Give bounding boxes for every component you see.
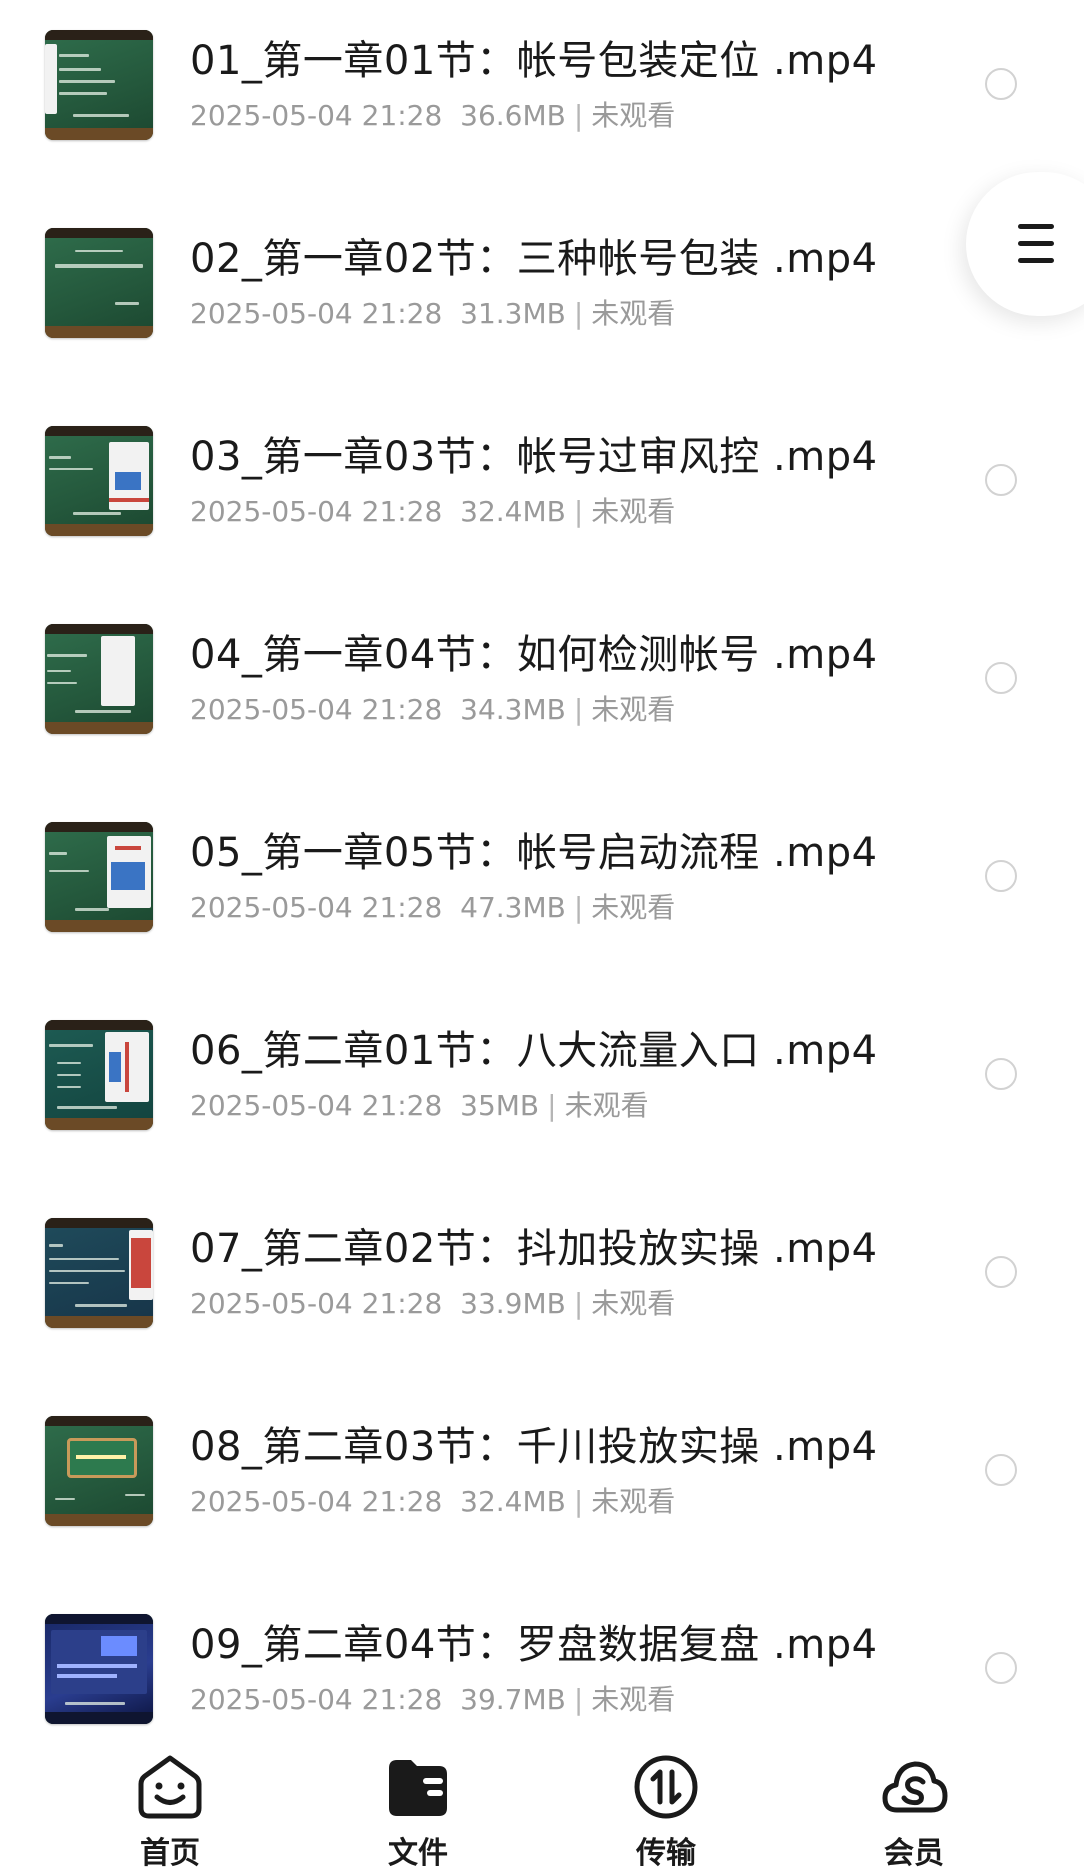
watch-status: 未观看 xyxy=(591,891,676,924)
select-radio[interactable] xyxy=(985,662,1017,694)
file-meta: 2025-05-04 21:28 36.6MB | 未观看 xyxy=(190,94,675,134)
folder-icon xyxy=(389,1760,447,1816)
file-title: 03_第一章03节：帐号过审风控 .mp4 xyxy=(190,434,878,480)
meta-separator: | xyxy=(547,1089,557,1122)
video-thumbnail xyxy=(45,228,153,338)
file-size: 35MB xyxy=(460,1089,540,1122)
meta-separator: | xyxy=(573,1287,584,1320)
file-size: 47.3MB xyxy=(460,891,566,924)
tab-label: 传输 xyxy=(636,1836,696,1871)
meta-separator: | xyxy=(573,297,584,330)
file-size: 33.9MB xyxy=(460,1287,566,1320)
file-row[interactable]: 08_第二章03节：千川投放实操 .mp4 2025-05-04 21:28 3… xyxy=(0,1386,1084,1584)
video-thumbnail xyxy=(45,426,153,536)
watch-status: 未观看 xyxy=(591,1683,676,1716)
file-date: 2025-05-04 21:28 xyxy=(190,297,443,330)
file-row[interactable]: 04_第一章04节：如何检测帐号 .mp4 2025-05-04 21:28 3… xyxy=(0,594,1084,792)
file-row[interactable]: 02_第一章02节：三种帐号包装 .mp4 2025-05-04 21:28 3… xyxy=(0,198,1084,396)
video-thumbnail xyxy=(45,1416,153,1526)
file-meta: 2025-05-04 21:28 39.7MB | 未观看 xyxy=(190,1678,675,1718)
file-meta: 2025-05-04 21:28 31.3MB | 未观看 xyxy=(190,292,675,332)
file-title: 06_第二章01节：八大流量入口 .mp4 xyxy=(190,1028,878,1074)
select-radio[interactable] xyxy=(985,1256,1017,1288)
video-thumbnail xyxy=(45,822,153,932)
tab-label: 文件 xyxy=(388,1836,448,1871)
file-date: 2025-05-04 21:28 xyxy=(190,891,443,924)
select-radio[interactable] xyxy=(985,860,1017,892)
file-size: 39.7MB xyxy=(460,1683,566,1716)
file-date: 2025-05-04 21:28 xyxy=(190,1485,443,1518)
file-size: 34.3MB xyxy=(460,693,566,726)
watch-status: 未观看 xyxy=(591,495,676,528)
video-thumbnail xyxy=(45,1020,153,1130)
file-row[interactable]: 01_第一章01节：帐号包装定位 .mp4 2025-05-04 21:28 3… xyxy=(0,0,1084,198)
select-radio[interactable] xyxy=(985,1058,1017,1090)
file-title: 09_第二章04节：罗盘数据复盘 .mp4 xyxy=(190,1622,878,1668)
file-date: 2025-05-04 21:28 xyxy=(190,1287,443,1320)
watch-status: 未观看 xyxy=(591,1287,676,1320)
file-title: 07_第二章02节：抖加投放实操 .mp4 xyxy=(190,1226,878,1272)
file-meta: 2025-05-04 21:28 32.4MB | 未观看 xyxy=(190,490,675,530)
select-radio[interactable] xyxy=(985,68,1017,100)
bottom-tab-bar: 首页 文件 传输 会员 xyxy=(0,1736,1084,1876)
file-meta: 2025-05-04 21:28 47.3MB | 未观看 xyxy=(190,886,675,926)
meta-separator: | xyxy=(573,495,584,528)
file-row[interactable]: 09_第二章04节：罗盘数据复盘 .mp4 2025-05-04 21:28 3… xyxy=(0,1584,1084,1736)
file-title: 08_第二章03节：千川投放实操 .mp4 xyxy=(190,1424,878,1470)
meta-separator: | xyxy=(573,99,584,132)
meta-separator: | xyxy=(573,693,584,726)
file-row[interactable]: 05_第一章05节：帐号启动流程 .mp4 2025-05-04 21:28 4… xyxy=(0,792,1084,990)
video-thumbnail xyxy=(45,1614,153,1724)
watch-status: 未观看 xyxy=(591,693,676,726)
watch-status: 未观看 xyxy=(564,1089,649,1122)
file-title: 05_第一章05节：帐号启动流程 .mp4 xyxy=(190,830,878,876)
file-list: 01_第一章01节：帐号包装定位 .mp4 2025-05-04 21:28 3… xyxy=(0,0,1084,1736)
tab-home[interactable]: 首页 xyxy=(100,1748,240,1871)
watch-status: 未观看 xyxy=(591,297,676,330)
file-row[interactable]: 03_第一章03节：帐号过审风控 .mp4 2025-05-04 21:28 3… xyxy=(0,396,1084,594)
tab-vip[interactable]: 会员 xyxy=(844,1748,984,1871)
transfer-icon xyxy=(634,1755,698,1819)
file-row[interactable]: 06_第二章01节：八大流量入口 .mp4 2025-05-04 21:28 3… xyxy=(0,990,1084,1188)
file-date: 2025-05-04 21:28 xyxy=(190,1089,443,1122)
meta-separator: | xyxy=(573,1485,584,1518)
file-size: 32.4MB xyxy=(460,495,566,528)
file-meta: 2025-05-04 21:28 34.3MB | 未观看 xyxy=(190,688,675,728)
menu-icon xyxy=(1018,224,1054,264)
file-title: 04_第一章04节：如何检测帐号 .mp4 xyxy=(190,632,878,678)
select-radio[interactable] xyxy=(985,464,1017,496)
video-thumbnail xyxy=(45,30,153,140)
select-radio[interactable] xyxy=(985,1454,1017,1486)
file-date: 2025-05-04 21:28 xyxy=(190,693,443,726)
tab-transfer[interactable]: 传输 xyxy=(596,1748,736,1871)
meta-separator: | xyxy=(573,891,584,924)
tab-label: 首页 xyxy=(140,1836,200,1871)
file-size: 32.4MB xyxy=(460,1485,566,1518)
file-meta: 2025-05-04 21:28 32.4MB | 未观看 xyxy=(190,1480,675,1520)
file-meta: 2025-05-04 21:28 33.9MB | 未观看 xyxy=(190,1282,675,1322)
tab-label: 会员 xyxy=(884,1836,944,1871)
watch-status: 未观看 xyxy=(591,1485,676,1518)
file-title: 02_第一章02节：三种帐号包装 .mp4 xyxy=(190,236,878,282)
file-size: 36.6MB xyxy=(460,99,566,132)
file-title: 01_第一章01节：帐号包装定位 .mp4 xyxy=(190,38,878,84)
home-face-icon xyxy=(138,1755,202,1819)
file-date: 2025-05-04 21:28 xyxy=(190,495,443,528)
video-thumbnail xyxy=(45,624,153,734)
file-row[interactable]: 07_第二章02节：抖加投放实操 .mp4 2025-05-04 21:28 3… xyxy=(0,1188,1084,1386)
select-radio[interactable] xyxy=(985,1652,1017,1684)
tab-files[interactable]: 文件 xyxy=(348,1748,488,1871)
video-thumbnail xyxy=(45,1218,153,1328)
file-date: 2025-05-04 21:28 xyxy=(190,99,443,132)
file-size: 31.3MB xyxy=(460,297,566,330)
file-meta: 2025-05-04 21:28 35MB | 未观看 xyxy=(190,1084,649,1124)
watch-status: 未观看 xyxy=(591,99,676,132)
meta-separator: | xyxy=(573,1683,584,1716)
vip-cloud-icon xyxy=(882,1761,948,1813)
file-date: 2025-05-04 21:28 xyxy=(190,1683,443,1716)
